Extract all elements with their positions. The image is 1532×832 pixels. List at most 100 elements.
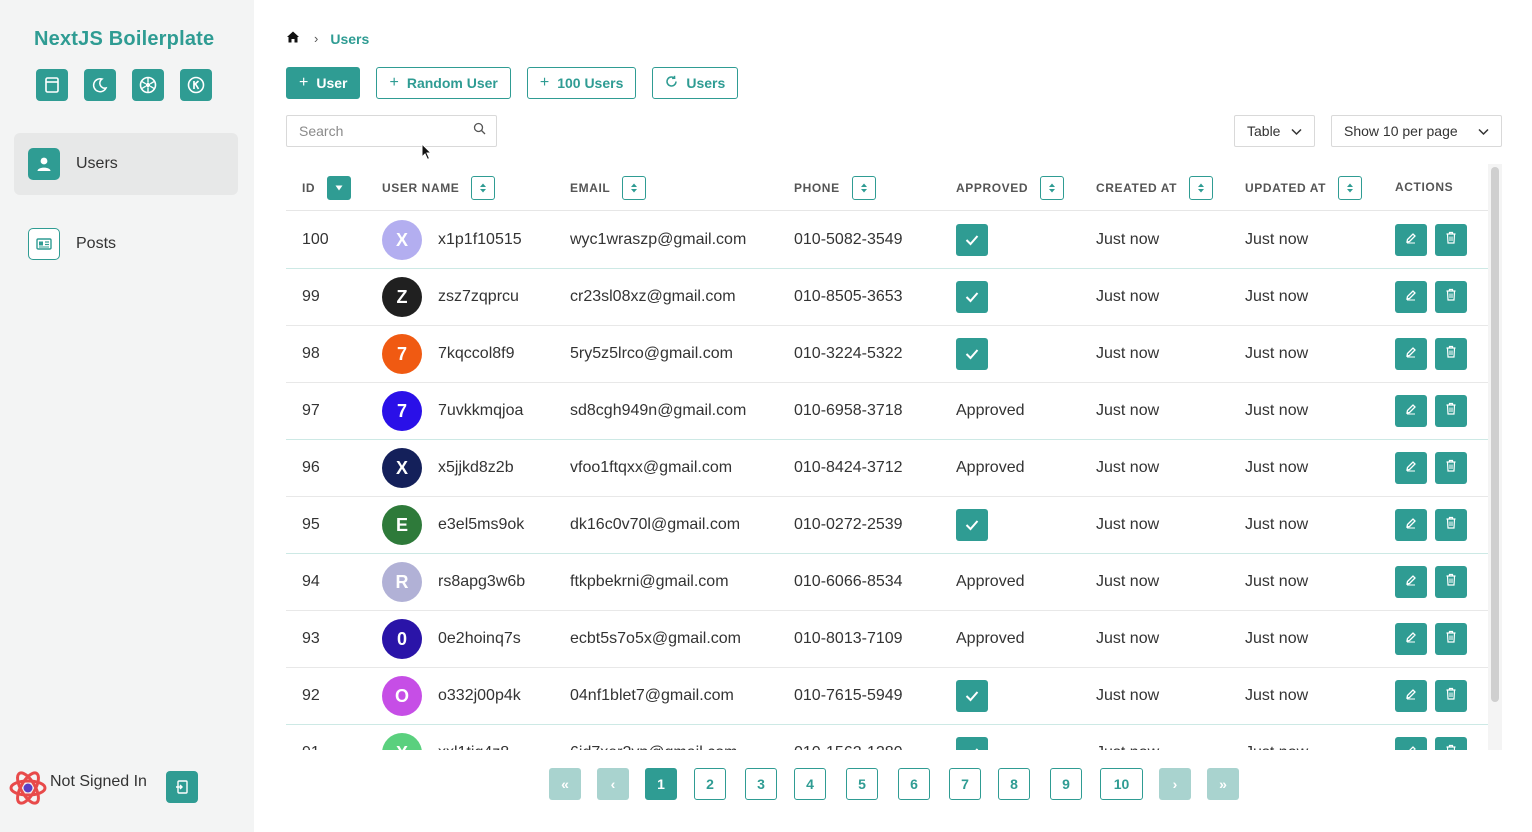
created-at: Just now bbox=[1096, 744, 1159, 750]
moon-icon[interactable] bbox=[84, 69, 116, 101]
avatar: 0 bbox=[382, 619, 422, 659]
edit-button[interactable] bbox=[1395, 281, 1427, 313]
page-1-button[interactable]: 1 bbox=[645, 768, 677, 800]
avatar-initial: 7 bbox=[396, 400, 407, 421]
table-row[interactable]: 91 Xxxl1tiq4z8 6id7xer2vp@gmail.com 010-156… bbox=[286, 725, 1488, 750]
react-icon[interactable] bbox=[132, 69, 164, 101]
avatar-initial: R bbox=[395, 571, 409, 592]
updated-at: Just now bbox=[1245, 573, 1309, 590]
button-label: Users bbox=[686, 75, 726, 91]
approved-check-icon[interactable] bbox=[956, 281, 988, 313]
table-row[interactable]: 96 Xx5jjkd8z2b vfoo1ftqxx@gmail.com 010-842… bbox=[286, 440, 1488, 497]
sort-desc-button[interactable] bbox=[327, 176, 352, 200]
page-10-button[interactable]: 10 bbox=[1100, 768, 1143, 800]
approved-check-icon[interactable] bbox=[956, 509, 988, 541]
last-page-button[interactable]: » bbox=[1207, 768, 1239, 800]
sort-button[interactable] bbox=[1189, 176, 1214, 200]
approved-check-icon[interactable] bbox=[956, 224, 988, 256]
sidebar-item-users[interactable]: Users bbox=[14, 133, 238, 195]
brand-title[interactable]: NextJS Boilerplate bbox=[34, 28, 214, 51]
delete-button[interactable] bbox=[1435, 452, 1467, 484]
edit-button[interactable] bbox=[1395, 395, 1427, 427]
delete-button[interactable] bbox=[1435, 281, 1467, 313]
delete-button[interactable] bbox=[1435, 737, 1467, 750]
table-row[interactable]: 100 Xx1p1f10515 wyc1wraszp@gmail.com 010-50… bbox=[286, 212, 1488, 269]
sign-in-button[interactable] bbox=[166, 771, 198, 803]
cell-created-at: Just now bbox=[1096, 383, 1159, 439]
edit-button[interactable] bbox=[1395, 509, 1427, 541]
kakao-icon[interactable] bbox=[180, 69, 212, 101]
cell-username: 7 7kqccol8f9 bbox=[382, 326, 515, 382]
page-9-button[interactable]: 9 bbox=[1050, 768, 1082, 800]
approved-check-icon[interactable] bbox=[956, 737, 988, 750]
avatar-initial: O bbox=[394, 685, 409, 706]
edit-button[interactable] bbox=[1395, 680, 1427, 712]
table-row[interactable]: 95 Ee3el5ms9ok dk16c0v70l@gmail.com 010-027… bbox=[286, 497, 1488, 554]
sort-button[interactable] bbox=[851, 176, 876, 200]
page-6-button[interactable]: 6 bbox=[898, 768, 930, 800]
auth-status-text: Not Signed In bbox=[50, 773, 147, 790]
delete-button[interactable] bbox=[1435, 338, 1467, 370]
cell-id: 99 bbox=[302, 269, 320, 325]
approved-check-icon[interactable] bbox=[956, 338, 988, 370]
edit-button[interactable] bbox=[1395, 224, 1427, 256]
approved-text: Approved bbox=[956, 573, 1025, 590]
layout-icon[interactable] bbox=[36, 69, 68, 101]
first-page-button[interactable]: « bbox=[549, 768, 581, 800]
cell-id: 93 bbox=[302, 611, 320, 667]
add-random-user-button[interactable]: + Random User bbox=[376, 67, 511, 99]
add-100-users-button[interactable]: + 100 Users bbox=[526, 67, 637, 99]
delete-button[interactable] bbox=[1435, 224, 1467, 256]
refresh-users-button[interactable]: Users bbox=[652, 67, 739, 99]
user-name: 7uvkkmqjoa bbox=[438, 402, 524, 419]
edit-button[interactable] bbox=[1395, 623, 1427, 655]
view-mode-select[interactable]: Table bbox=[1234, 115, 1315, 147]
avatar-initial: X bbox=[396, 743, 408, 751]
button-label: 100 Users bbox=[557, 75, 624, 91]
page-8-button[interactable]: 8 bbox=[998, 768, 1030, 800]
page-7-button[interactable]: 7 bbox=[949, 768, 981, 800]
updated-at: Just now bbox=[1245, 687, 1309, 704]
trash-icon bbox=[1445, 345, 1457, 363]
approved-text: Approved bbox=[956, 459, 1025, 476]
approved-check-icon[interactable] bbox=[956, 680, 988, 712]
cell-phone: 010-1562-1280 bbox=[794, 725, 903, 750]
prev-page-button[interactable]: ‹ bbox=[597, 768, 629, 800]
home-icon[interactable] bbox=[286, 30, 300, 47]
per-page-select[interactable]: Show 10 per page bbox=[1331, 115, 1502, 147]
edit-button[interactable] bbox=[1395, 566, 1427, 598]
sidebar-item-posts[interactable]: Posts bbox=[14, 213, 238, 275]
cell-email: dk16c0v70l@gmail.com bbox=[570, 497, 740, 553]
table-row[interactable]: 97 7 7uvkkmqjoa sd8cgh949n@gmail.com 010-695… bbox=[286, 383, 1488, 440]
avatar-initial: X bbox=[395, 457, 408, 478]
user-email: 04nf1blet7@gmail.com bbox=[570, 687, 734, 704]
sort-button[interactable] bbox=[471, 176, 496, 200]
sort-button[interactable] bbox=[622, 176, 647, 200]
table-row[interactable]: 92 Oo332j00p4k 04nf1blet7@gmail.com 010-761… bbox=[286, 668, 1488, 725]
delete-button[interactable] bbox=[1435, 680, 1467, 712]
sort-button[interactable] bbox=[1338, 176, 1363, 200]
search-input[interactable] bbox=[299, 123, 473, 139]
edit-button[interactable] bbox=[1395, 338, 1427, 370]
edit-icon bbox=[1405, 744, 1417, 750]
table-row[interactable]: 93 0 0e2hoinq7s ecbt5s7o5x@gmail.com 010-801… bbox=[286, 611, 1488, 668]
scrollbar-thumb[interactable] bbox=[1491, 167, 1499, 702]
page-5-button[interactable]: 5 bbox=[846, 768, 878, 800]
edit-button[interactable] bbox=[1395, 452, 1427, 484]
delete-button[interactable] bbox=[1435, 395, 1467, 427]
delete-button[interactable] bbox=[1435, 566, 1467, 598]
table-row[interactable]: 99 Zzsz7zqprcu cr23sl08xz@gmail.com 010-850… bbox=[286, 269, 1488, 326]
page-4-button[interactable]: 4 bbox=[794, 768, 826, 800]
delete-button[interactable] bbox=[1435, 509, 1467, 541]
edit-button[interactable] bbox=[1395, 737, 1427, 750]
next-page-button[interactable]: › bbox=[1159, 768, 1191, 800]
table-row[interactable]: 98 7 7kqccol8f9 5ry5z5lrco@gmail.com 010-322… bbox=[286, 326, 1488, 383]
sort-button[interactable] bbox=[1040, 176, 1065, 200]
table-row[interactable]: 94 Rrs8apg3w6b ftkpbekrni@gmail.com 010-606… bbox=[286, 554, 1488, 611]
page-2-button[interactable]: 2 bbox=[694, 768, 726, 800]
delete-button[interactable] bbox=[1435, 623, 1467, 655]
table-scrollbar[interactable] bbox=[1488, 164, 1502, 750]
add-user-button[interactable]: + User bbox=[286, 67, 361, 99]
search-icon[interactable] bbox=[473, 122, 486, 140]
page-3-button[interactable]: 3 bbox=[745, 768, 777, 800]
